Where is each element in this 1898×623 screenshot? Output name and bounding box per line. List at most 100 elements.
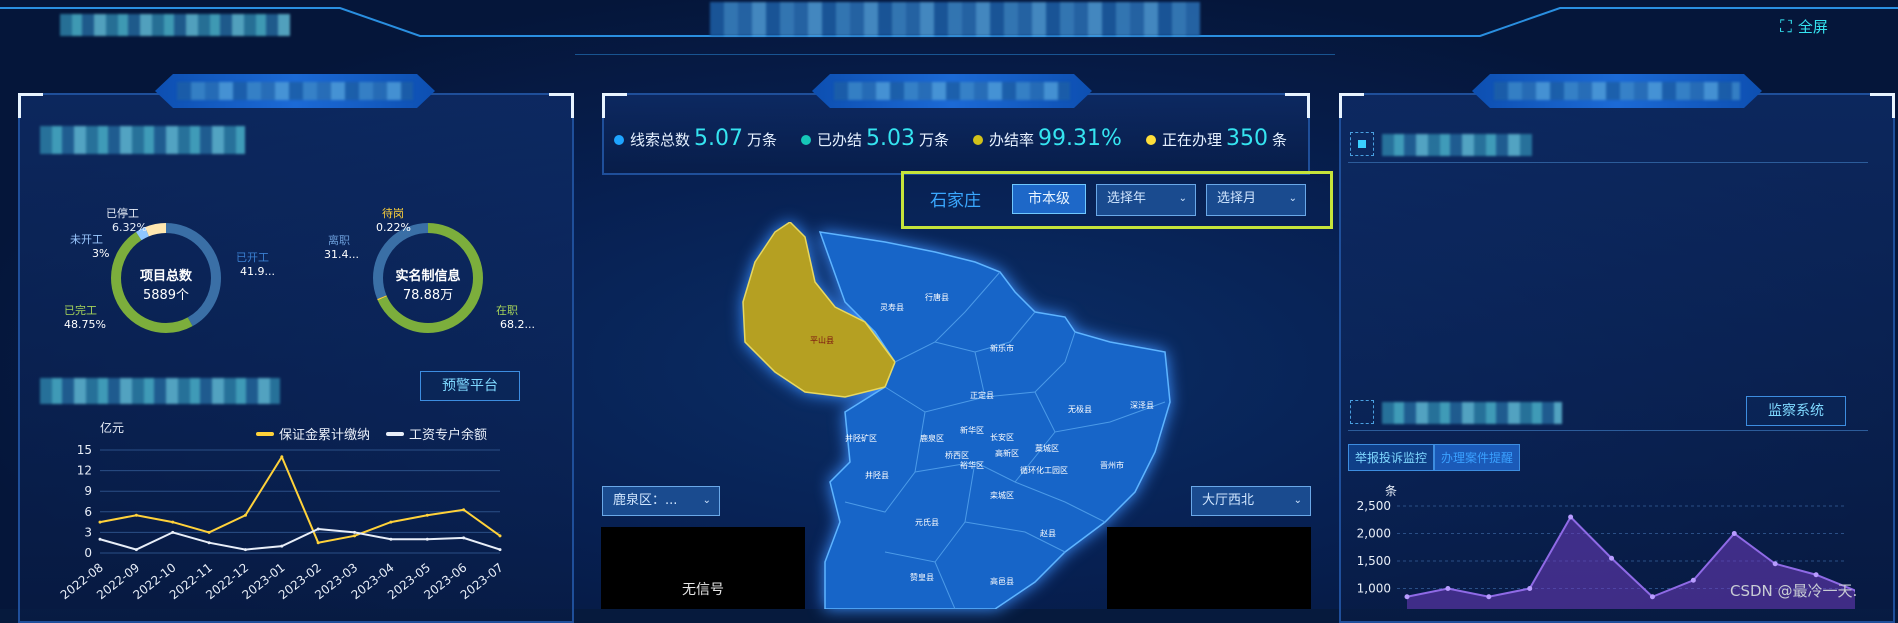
stat-value: 5.03 <box>866 126 916 151</box>
data-point <box>316 527 320 531</box>
tab-complaint-monitor[interactable]: 举报投诉监控 <box>1348 444 1435 471</box>
year-select-value: 选择年 <box>1107 191 1147 206</box>
stat-label: 办结率 <box>989 131 1035 149</box>
label-pct: 48.75% <box>64 318 106 331</box>
fullscreen-button[interactable]: ⛶ 全屏 <box>1780 16 1828 37</box>
stat-unit: 万条 <box>919 131 950 149</box>
data-point <box>1731 531 1737 536</box>
right-panel-header <box>1472 74 1762 108</box>
label-name: 离职 <box>328 234 350 247</box>
county-label: 元氏县 <box>915 518 939 527</box>
data-point <box>498 534 502 538</box>
page-title <box>710 2 1200 36</box>
data-point <box>98 537 102 541</box>
label-pct: 6.32% <box>112 221 147 234</box>
donut1-label-stopped: 已停工 6.32% <box>106 205 147 234</box>
no-signal-text: 无信号 <box>682 582 724 598</box>
left-panel-header <box>155 74 435 108</box>
y-tick-label: 0 <box>84 546 92 560</box>
county-label: 无极县 <box>1068 405 1092 414</box>
supervision-system-button[interactable]: 监察系统 <box>1746 396 1846 426</box>
data-point <box>1404 594 1410 600</box>
center-panel-title <box>834 82 1070 100</box>
county-label: 井陉县 <box>865 471 889 480</box>
data-point <box>243 548 247 552</box>
label-pct: 68.2... <box>500 318 535 331</box>
stat-label: 正在办理 <box>1161 131 1222 149</box>
stats-row: 线索总数 5.07 万条 已办结 5.03 万条 办结率 99.31% 正在办理 350 条 <box>614 126 1287 151</box>
corner-tr <box>1870 93 1895 118</box>
right-tabs: 举报投诉监控 办理案件提醒 <box>1348 444 1521 471</box>
data-point <box>171 530 175 534</box>
district-select-value: 鹿泉区：... <box>613 493 678 508</box>
right-panel-title <box>1494 82 1740 100</box>
data-point <box>425 513 429 517</box>
year-select[interactable]: 选择年 ⌄ <box>1096 184 1196 216</box>
watermark: CSDN @最冷一天. <box>1730 582 1858 600</box>
data-point <box>134 548 138 552</box>
stat-in-progress: 正在办理 350 条 <box>1145 126 1287 151</box>
video-feed-right[interactable] <box>1107 527 1311 609</box>
chevron-down-icon: ⌄ <box>1288 193 1297 204</box>
left-panel-title <box>177 82 413 100</box>
stat-total-clues: 线索总数 5.07 万条 <box>614 126 777 151</box>
y-tick-label: 2,000 <box>1357 527 1391 541</box>
chevron-down-icon: ⌄ <box>702 495 711 506</box>
realname-donut-center: 实名制信息 78.88万 <box>372 265 484 303</box>
data-point <box>1772 561 1778 567</box>
left-section2-title <box>40 378 280 404</box>
y-tick-label: 2,500 <box>1357 499 1391 513</box>
data-point <box>498 548 502 552</box>
legend-swatch <box>256 431 274 436</box>
right-section1-title <box>1382 134 1532 156</box>
stat-label: 已办结 <box>817 131 863 149</box>
right-section2-title <box>1382 402 1562 424</box>
y-tick-label: 1,500 <box>1357 554 1391 568</box>
camera-select[interactable]: 大厅西北 ⌄ <box>1191 486 1311 516</box>
data-point <box>1690 577 1696 583</box>
data-point <box>353 530 357 534</box>
county-label: 井陉矿区 <box>845 434 877 443</box>
data-point <box>207 530 211 534</box>
square-icon-inner <box>1358 140 1366 148</box>
y-tick-label: 3 <box>84 525 92 539</box>
tab-case-reminder[interactable]: 办理案件提醒 <box>1434 444 1521 471</box>
label-pct: 0.22% <box>376 221 411 234</box>
data-point <box>462 508 466 512</box>
data-point <box>280 544 284 548</box>
city-level-button[interactable]: 市本级 <box>1012 184 1086 214</box>
corner-tr <box>549 93 574 118</box>
donut1-label-started: 已开工 41.9... <box>236 249 275 278</box>
stat-dot <box>801 135 812 145</box>
corner-tl <box>1339 93 1364 118</box>
data-point <box>389 520 393 524</box>
section-square-icon <box>1350 132 1374 156</box>
donut1-label-notstarted: 未开工 3% <box>70 231 109 260</box>
stat-value: 350 <box>1225 126 1268 151</box>
county-label: 藁城区 <box>1035 444 1059 453</box>
county-label: 晋州市 <box>1100 461 1124 470</box>
y-tick-label: 1,000 <box>1357 582 1391 596</box>
data-point <box>134 513 138 517</box>
data-point <box>462 536 466 540</box>
county-label: 栾城区 <box>990 491 1014 500</box>
video-feed-left[interactable]: 无信号 <box>601 527 805 609</box>
stat-value: 99.31% <box>1038 126 1122 151</box>
warning-platform-button[interactable]: 预警平台 <box>420 371 520 401</box>
county-label: 长安区 <box>990 433 1014 442</box>
county-label: 赵县 <box>1040 529 1056 538</box>
realname-label: 实名制信息 <box>395 269 461 284</box>
corner-tr <box>1285 93 1310 118</box>
realname-value: 78.88万 <box>402 288 454 303</box>
month-select[interactable]: 选择月 ⌄ <box>1206 184 1306 216</box>
series-line-0 <box>99 454 501 544</box>
project-donut-center: 项目总数 5889个 <box>110 265 222 303</box>
label-pct: 31.4... <box>324 248 359 261</box>
label-pct: 41.9... <box>240 265 275 278</box>
county-label: 灵寿县 <box>880 303 904 312</box>
month-select-value: 选择月 <box>1217 191 1257 206</box>
district-select[interactable]: 鹿泉区：... ⌄ <box>602 486 720 516</box>
funds-line-chart: 036912152022-082022-092022-102022-112022… <box>58 443 506 602</box>
data-point <box>280 455 284 459</box>
right-section1-header <box>1348 128 1868 163</box>
